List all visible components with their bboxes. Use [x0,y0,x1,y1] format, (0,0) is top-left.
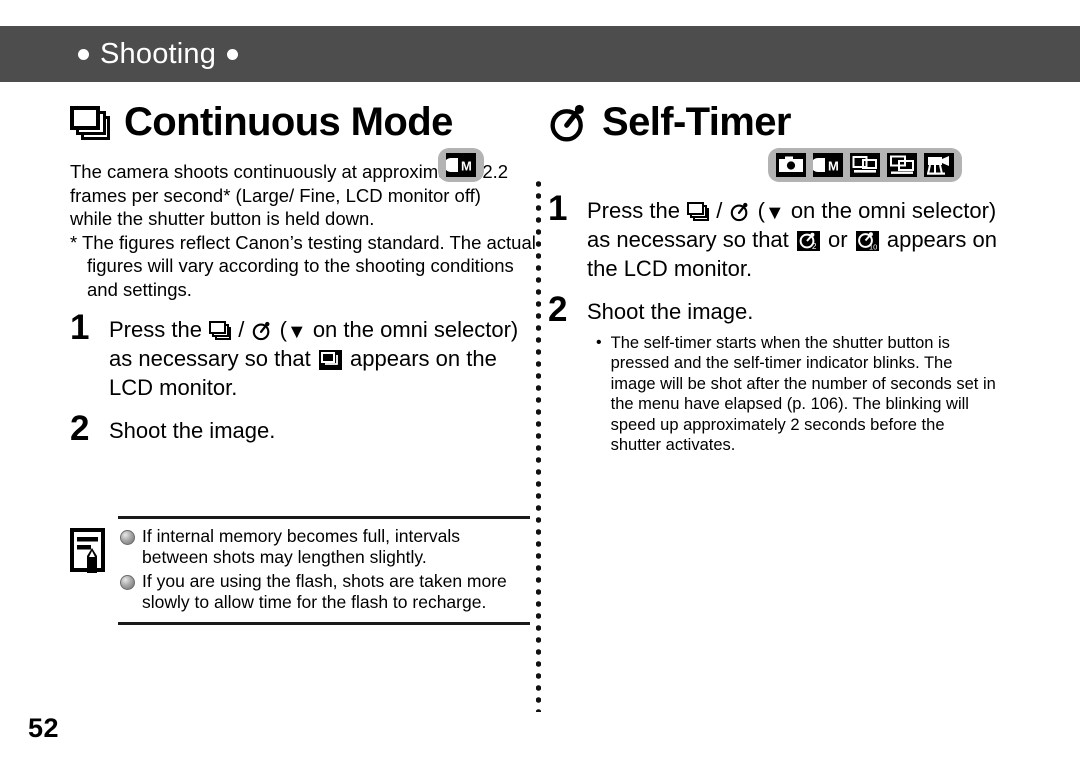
bullet-dot-right-icon [227,48,239,60]
self-timer-10sec-indicator-icon: 10 [855,231,879,252]
note-box-content: If internal memory becomes full, interva… [70,519,530,622]
svg-text:M: M [828,159,839,174]
continuous-footnote: * The figures reflect Canon’s testing st… [70,231,536,300]
note-box-bottom-rule [118,622,530,625]
mode-badge-group-selftimer: M [768,148,962,182]
mode-badge-group-continuous: M [438,148,484,182]
list-item: If you are using the flash, shots are ta… [120,571,530,613]
auto-camera-mode-icon [776,153,806,177]
stitch-assist-cm-mode-icon: M [446,153,476,177]
self-timer-stopwatch-icon [550,104,584,142]
stitch-assist-vertical-mode-icon [887,153,917,177]
step-text-before: Press the [109,317,202,342]
page-number: 52 [28,713,60,743]
self-timer-title-row: Self-Timer [548,86,1018,144]
step-number: 2 [548,290,568,329]
list-item-text: If you are using the flash, shots are ta… [142,571,507,612]
step-text: Shoot the image. [587,299,754,324]
bullet-dot-left-icon [78,48,89,60]
section-banner: Shooting [0,26,1080,82]
self-timer-2sec-indicator-icon: 2 [796,231,820,251]
list-item: • The self-timer starts when the shutter… [596,333,996,455]
continuous-burst-icon [209,321,232,340]
sphere-bullet-icon [120,530,135,545]
page-title-self-timer: Self-Timer [602,100,791,144]
selftimer-bullet-list: • The self-timer starts when the shutter… [596,333,996,455]
step-text-paren: ( [757,198,765,223]
step-text-slash: / [716,198,723,223]
note-box: If internal memory becomes full, interva… [70,516,530,625]
banner-title: Shooting [100,37,217,70]
continuous-step-1: 1 Press the / (▼ on the omni selector) a… [70,308,530,402]
stitch-assist-horizontal-mode-icon [850,153,880,177]
step-text-slash: / [238,317,245,342]
list-item-text: If internal memory becomes full, interva… [142,526,461,567]
continuous-mode-indicator-icon [318,350,342,370]
column-divider [536,178,541,712]
page-title-continuous-mode: Continuous Mode [124,100,453,144]
step-text-or: or [828,227,848,252]
step-number: 1 [70,308,90,347]
step-text: Shoot the image. [109,418,276,443]
stitch-assist-cm-mode-icon: M [813,153,843,177]
right-column: Self-Timer 1 Press the / (▼ on the omni … [548,86,1018,455]
svg-text:M: M [461,159,472,174]
down-triangle-icon: ▼ [286,321,307,343]
step-number: 2 [70,409,90,448]
step-text-before: Press the [587,198,680,223]
continuous-burst-icon [70,106,110,140]
svg-text:2: 2 [812,242,817,251]
self-timer-stopwatch-icon [253,321,270,341]
selftimer-step-1: 1 Press the / (▼ on the omni selector) a… [548,189,1018,283]
down-triangle-icon: ▼ [764,202,785,224]
step-text: Press the / (▼ on the omni selector) as … [587,196,1018,283]
step-text: Press the / (▼ on the omni selector) as … [109,315,530,402]
manual-page: Shooting Continuous Mode The camera shoo… [0,0,1080,766]
movie-mode-icon [924,153,954,177]
banner-content: Shooting [78,37,239,71]
continuous-step-2: 2 Shoot the image. [70,409,530,448]
continuous-mode-title-row: Continuous Mode [70,86,530,144]
note-list: If internal memory becomes full, interva… [120,526,530,616]
sphere-bullet-icon [120,575,135,590]
list-item-text: The self-timer starts when the shutter b… [610,334,996,455]
self-timer-stopwatch-icon [731,202,748,222]
bullet-marker-icon: • [596,334,602,351]
memo-note-icon [70,528,105,573]
step-number: 1 [548,189,568,228]
selftimer-step-2: 2 Shoot the image. [548,290,1018,329]
svg-text:10: 10 [869,243,877,252]
list-item: If internal memory becomes full, interva… [120,526,530,568]
continuous-burst-icon [687,202,710,221]
step-text-paren: ( [279,317,287,342]
left-column: Continuous Mode The camera shoots contin… [70,86,536,448]
